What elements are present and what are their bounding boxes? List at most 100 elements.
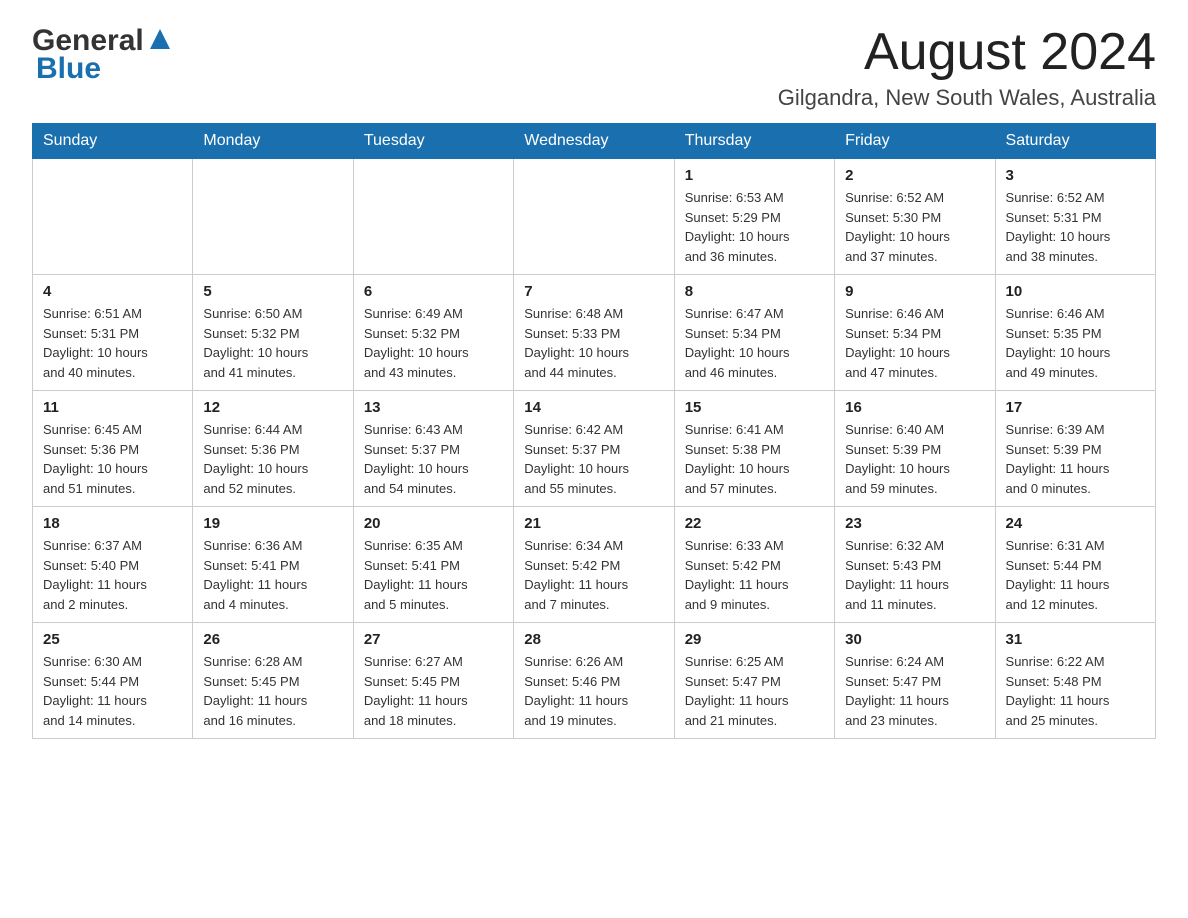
day-sun-info: Sunrise: 6:32 AM Sunset: 5:43 PM Dayligh… xyxy=(845,536,984,614)
day-number: 16 xyxy=(845,399,984,416)
calendar-cell xyxy=(193,159,353,275)
day-sun-info: Sunrise: 6:40 AM Sunset: 5:39 PM Dayligh… xyxy=(845,420,984,498)
calendar-cell: 31 Sunrise: 6:22 AM Sunset: 5:48 PM Dayli… xyxy=(995,623,1155,739)
calendar-cell: 21 Sunrise: 6:34 AM Sunset: 5:42 PM Dayli… xyxy=(514,507,674,623)
calendar-cell: 11Sunrise: 6:45 AM Sunset: 5:36 PM Dayli… xyxy=(33,391,193,507)
calendar-cell: 10 Sunrise: 6:46 AM Sunset: 5:35 PM Dayli… xyxy=(995,275,1155,391)
day-sun-info: Sunrise: 6:33 AM Sunset: 5:42 PM Dayligh… xyxy=(685,536,824,614)
day-number: 30 xyxy=(845,631,984,648)
day-sun-info: Sunrise: 6:39 AM Sunset: 5:39 PM Dayligh… xyxy=(1006,420,1145,498)
calendar-week-4: 18Sunrise: 6:37 AM Sunset: 5:40 PM Dayli… xyxy=(33,507,1156,623)
calendar-cell: 7 Sunrise: 6:48 AM Sunset: 5:33 PM Daylig… xyxy=(514,275,674,391)
logo-blue-text: Blue xyxy=(36,52,101,85)
day-number: 9 xyxy=(845,283,984,300)
day-number: 6 xyxy=(364,283,503,300)
calendar-cell: 15 Sunrise: 6:41 AM Sunset: 5:38 PM Dayli… xyxy=(674,391,834,507)
calendar-cell: 27 Sunrise: 6:27 AM Sunset: 5:45 PM Dayli… xyxy=(353,623,513,739)
title-block: August 2024 Gilgandra, New South Wales, … xyxy=(778,24,1156,111)
calendar-cell: 19 Sunrise: 6:36 AM Sunset: 5:41 PM Dayli… xyxy=(193,507,353,623)
location-subtitle: Gilgandra, New South Wales, Australia xyxy=(778,85,1156,111)
day-number: 23 xyxy=(845,515,984,532)
day-number: 10 xyxy=(1006,283,1145,300)
calendar-cell: 13 Sunrise: 6:43 AM Sunset: 5:37 PM Dayli… xyxy=(353,391,513,507)
day-number: 13 xyxy=(364,399,503,416)
calendar-cell xyxy=(514,159,674,275)
day-number: 3 xyxy=(1006,167,1145,184)
day-sun-info: Sunrise: 6:50 AM Sunset: 5:32 PM Dayligh… xyxy=(203,304,342,382)
day-number: 5 xyxy=(203,283,342,300)
day-header-friday: Friday xyxy=(835,124,995,159)
day-sun-info: Sunrise: 6:43 AM Sunset: 5:37 PM Dayligh… xyxy=(364,420,503,498)
day-number: 12 xyxy=(203,399,342,416)
calendar-table: SundayMondayTuesdayWednesdayThursdayFrid… xyxy=(32,123,1156,739)
day-sun-info: Sunrise: 6:25 AM Sunset: 5:47 PM Dayligh… xyxy=(685,652,824,730)
day-sun-info: Sunrise: 6:30 AM Sunset: 5:44 PM Dayligh… xyxy=(43,652,182,730)
day-number: 20 xyxy=(364,515,503,532)
day-number: 19 xyxy=(203,515,342,532)
logo-icon xyxy=(146,25,174,53)
calendar-cell: 26Sunrise: 6:28 AM Sunset: 5:45 PM Dayli… xyxy=(193,623,353,739)
day-sun-info: Sunrise: 6:27 AM Sunset: 5:45 PM Dayligh… xyxy=(364,652,503,730)
calendar-week-3: 11Sunrise: 6:45 AM Sunset: 5:36 PM Dayli… xyxy=(33,391,1156,507)
day-sun-info: Sunrise: 6:41 AM Sunset: 5:38 PM Dayligh… xyxy=(685,420,824,498)
day-number: 24 xyxy=(1006,515,1145,532)
calendar-cell: 22Sunrise: 6:33 AM Sunset: 5:42 PM Dayli… xyxy=(674,507,834,623)
calendar-cell: 20 Sunrise: 6:35 AM Sunset: 5:41 PM Dayli… xyxy=(353,507,513,623)
day-number: 31 xyxy=(1006,631,1145,648)
calendar-cell xyxy=(33,159,193,275)
day-sun-info: Sunrise: 6:37 AM Sunset: 5:40 PM Dayligh… xyxy=(43,536,182,614)
calendar-cell: 12 Sunrise: 6:44 AM Sunset: 5:36 PM Dayli… xyxy=(193,391,353,507)
day-header-thursday: Thursday xyxy=(674,124,834,159)
calendar-week-5: 25 Sunrise: 6:30 AM Sunset: 5:44 PM Dayli… xyxy=(33,623,1156,739)
day-number: 27 xyxy=(364,631,503,648)
day-number: 17 xyxy=(1006,399,1145,416)
calendar-cell: 1 Sunrise: 6:53 AM Sunset: 5:29 PM Daylig… xyxy=(674,159,834,275)
day-number: 4 xyxy=(43,283,182,300)
day-number: 7 xyxy=(524,283,663,300)
day-sun-info: Sunrise: 6:46 AM Sunset: 5:35 PM Dayligh… xyxy=(1006,304,1145,382)
day-number: 26 xyxy=(203,631,342,648)
day-sun-info: Sunrise: 6:36 AM Sunset: 5:41 PM Dayligh… xyxy=(203,536,342,614)
day-sun-info: Sunrise: 6:24 AM Sunset: 5:47 PM Dayligh… xyxy=(845,652,984,730)
day-number: 14 xyxy=(524,399,663,416)
calendar-cell: 4Sunrise: 6:51 AM Sunset: 5:31 PM Daylig… xyxy=(33,275,193,391)
day-number: 25 xyxy=(43,631,182,648)
calendar-cell: 3 Sunrise: 6:52 AM Sunset: 5:31 PM Daylig… xyxy=(995,159,1155,275)
calendar-header-row: SundayMondayTuesdayWednesdayThursdayFrid… xyxy=(33,124,1156,159)
calendar-cell: 24Sunrise: 6:31 AM Sunset: 5:44 PM Dayli… xyxy=(995,507,1155,623)
day-number: 15 xyxy=(685,399,824,416)
day-sun-info: Sunrise: 6:53 AM Sunset: 5:29 PM Dayligh… xyxy=(685,188,824,266)
calendar-week-1: 1 Sunrise: 6:53 AM Sunset: 5:29 PM Daylig… xyxy=(33,159,1156,275)
calendar-cell: 23 Sunrise: 6:32 AM Sunset: 5:43 PM Dayli… xyxy=(835,507,995,623)
day-header-tuesday: Tuesday xyxy=(353,124,513,159)
day-sun-info: Sunrise: 6:35 AM Sunset: 5:41 PM Dayligh… xyxy=(364,536,503,614)
day-sun-info: Sunrise: 6:48 AM Sunset: 5:33 PM Dayligh… xyxy=(524,304,663,382)
day-sun-info: Sunrise: 6:22 AM Sunset: 5:48 PM Dayligh… xyxy=(1006,652,1145,730)
calendar-cell: 17 Sunrise: 6:39 AM Sunset: 5:39 PM Dayli… xyxy=(995,391,1155,507)
day-number: 8 xyxy=(685,283,824,300)
day-header-saturday: Saturday xyxy=(995,124,1155,159)
calendar-cell: 8Sunrise: 6:47 AM Sunset: 5:34 PM Daylig… xyxy=(674,275,834,391)
calendar-cell: 6Sunrise: 6:49 AM Sunset: 5:32 PM Daylig… xyxy=(353,275,513,391)
day-number: 2 xyxy=(845,167,984,184)
day-number: 29 xyxy=(685,631,824,648)
calendar-cell: 9 Sunrise: 6:46 AM Sunset: 5:34 PM Daylig… xyxy=(835,275,995,391)
day-number: 21 xyxy=(524,515,663,532)
day-number: 1 xyxy=(685,167,824,184)
calendar-cell: 29 Sunrise: 6:25 AM Sunset: 5:47 PM Dayli… xyxy=(674,623,834,739)
calendar-week-2: 4Sunrise: 6:51 AM Sunset: 5:31 PM Daylig… xyxy=(33,275,1156,391)
day-sun-info: Sunrise: 6:45 AM Sunset: 5:36 PM Dayligh… xyxy=(43,420,182,498)
month-year-title: August 2024 xyxy=(778,24,1156,81)
day-sun-info: Sunrise: 6:34 AM Sunset: 5:42 PM Dayligh… xyxy=(524,536,663,614)
day-header-sunday: Sunday xyxy=(33,124,193,159)
day-sun-info: Sunrise: 6:44 AM Sunset: 5:36 PM Dayligh… xyxy=(203,420,342,498)
day-sun-info: Sunrise: 6:52 AM Sunset: 5:30 PM Dayligh… xyxy=(845,188,984,266)
calendar-cell: 2 Sunrise: 6:52 AM Sunset: 5:30 PM Daylig… xyxy=(835,159,995,275)
day-sun-info: Sunrise: 6:46 AM Sunset: 5:34 PM Dayligh… xyxy=(845,304,984,382)
calendar-cell: 14Sunrise: 6:42 AM Sunset: 5:37 PM Dayli… xyxy=(514,391,674,507)
day-header-monday: Monday xyxy=(193,124,353,159)
day-sun-info: Sunrise: 6:52 AM Sunset: 5:31 PM Dayligh… xyxy=(1006,188,1145,266)
day-sun-info: Sunrise: 6:26 AM Sunset: 5:46 PM Dayligh… xyxy=(524,652,663,730)
day-header-wednesday: Wednesday xyxy=(514,124,674,159)
logo: General Blue xyxy=(32,24,174,86)
